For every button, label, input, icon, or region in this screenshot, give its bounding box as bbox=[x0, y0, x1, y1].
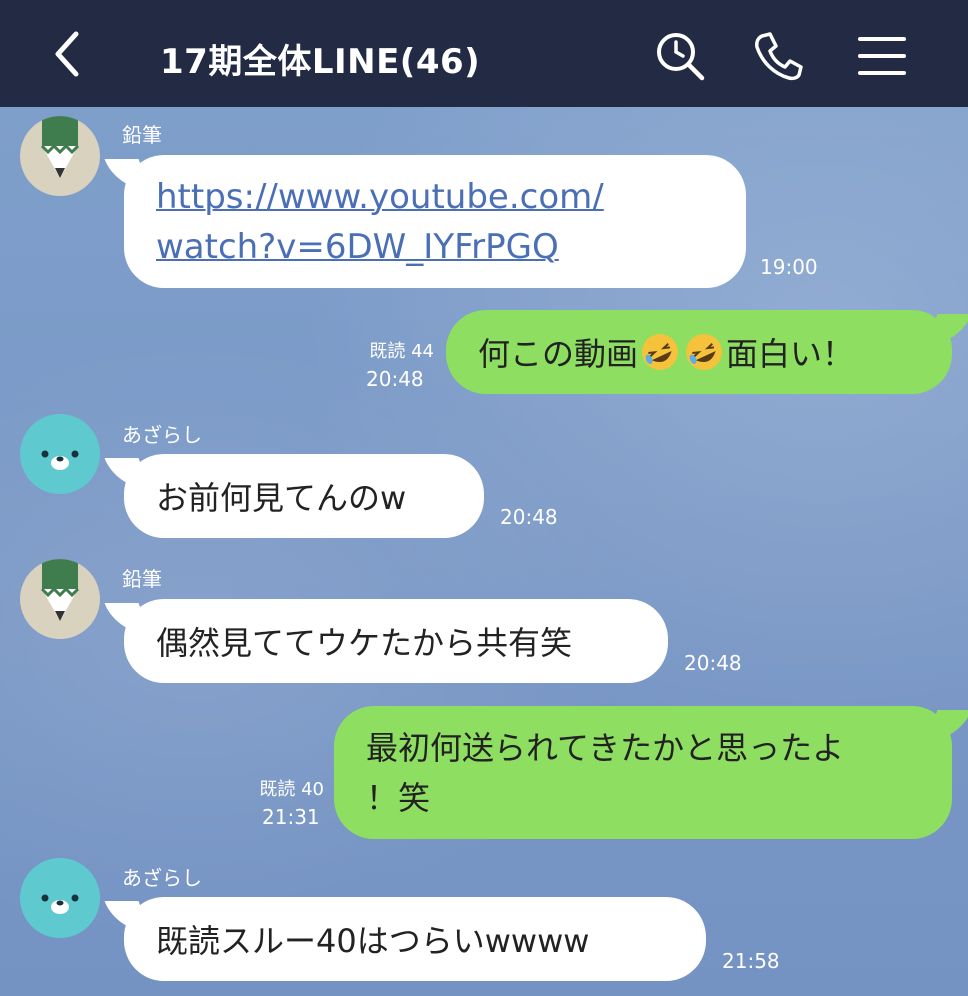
message-text: お前何見てんのw bbox=[156, 479, 407, 517]
sender-name: 鉛筆 bbox=[122, 567, 162, 591]
message-bubble[interactable]: 偶然見ててウケたから共有笑 bbox=[124, 599, 668, 683]
menu-button[interactable] bbox=[854, 28, 910, 84]
search-button[interactable] bbox=[652, 28, 708, 84]
rolling-on-floor-laughing-emoji bbox=[686, 334, 723, 370]
phone-icon bbox=[755, 32, 803, 81]
timestamp: 21:31 bbox=[262, 805, 320, 829]
message-bubble-outgoing[interactable]: 最初何送られてきたかと思ったよ ！笑 bbox=[334, 706, 952, 839]
seal-icon bbox=[20, 414, 100, 494]
pencil-icon bbox=[20, 559, 100, 639]
back-chevron-icon bbox=[55, 31, 79, 77]
chat-title: 17期全体LINE(46) bbox=[160, 42, 481, 82]
message-text-line-1: 最初何送られてきたかと思ったよ bbox=[366, 728, 845, 767]
search-icon bbox=[657, 33, 705, 81]
avatar-pencil[interactable] bbox=[20, 559, 100, 639]
link-line-2: watch?v=6DW_IYFrPGQ bbox=[156, 226, 559, 267]
read-count: 既読 44 bbox=[369, 341, 434, 362]
message-bubble-link[interactable]: https://www.youtube.com/ watch?v=6DW_IYF… bbox=[124, 155, 746, 288]
message-text: 何この動画 bbox=[478, 335, 639, 373]
read-count: 既読 40 bbox=[259, 779, 324, 800]
sender-name: 鉛筆 bbox=[122, 123, 162, 147]
sender-name: あざらし bbox=[122, 866, 202, 890]
back-button[interactable] bbox=[40, 22, 100, 86]
message-bubble[interactable]: お前何見てんのw bbox=[124, 454, 484, 538]
message-bubble[interactable]: 既読スルー40はつらいwwww bbox=[124, 897, 706, 981]
avatar-seal[interactable] bbox=[20, 414, 100, 494]
chat-area[interactable]: 鉛筆 https://www.youtube.com/ watch?v=6DW_… bbox=[0, 107, 968, 996]
message-text: 既読スルー40はつらいwwww bbox=[156, 922, 590, 960]
rolling-on-floor-laughing-emoji bbox=[642, 334, 679, 370]
call-button[interactable] bbox=[750, 28, 806, 84]
message-text-line-2: ！笑 bbox=[366, 778, 431, 817]
sender-name: あざらし bbox=[122, 423, 202, 447]
avatar-pencil[interactable] bbox=[20, 116, 100, 196]
timestamp: 20:48 bbox=[684, 651, 742, 675]
chat-header: 17期全体LINE(46) bbox=[0, 0, 968, 107]
message-bubble-outgoing[interactable]: 何この動画 面白い！ bbox=[446, 310, 952, 394]
timestamp: 20:48 bbox=[366, 367, 424, 391]
timestamp: 21:58 bbox=[722, 949, 780, 973]
timestamp: 19:00 bbox=[760, 255, 818, 279]
avatar-seal[interactable] bbox=[20, 858, 100, 938]
message-text: 偶然見ててウケたから共有笑 bbox=[156, 624, 573, 662]
link-line-1: https://www.youtube.com/ bbox=[156, 176, 604, 217]
youtube-link[interactable]: https://www.youtube.com/ watch?v=6DW_IYF… bbox=[156, 172, 604, 272]
menu-icon bbox=[858, 37, 906, 75]
timestamp: 20:48 bbox=[500, 505, 558, 529]
seal-icon bbox=[20, 858, 100, 938]
message-text: 面白い！ bbox=[726, 335, 855, 373]
pencil-icon bbox=[20, 116, 100, 196]
